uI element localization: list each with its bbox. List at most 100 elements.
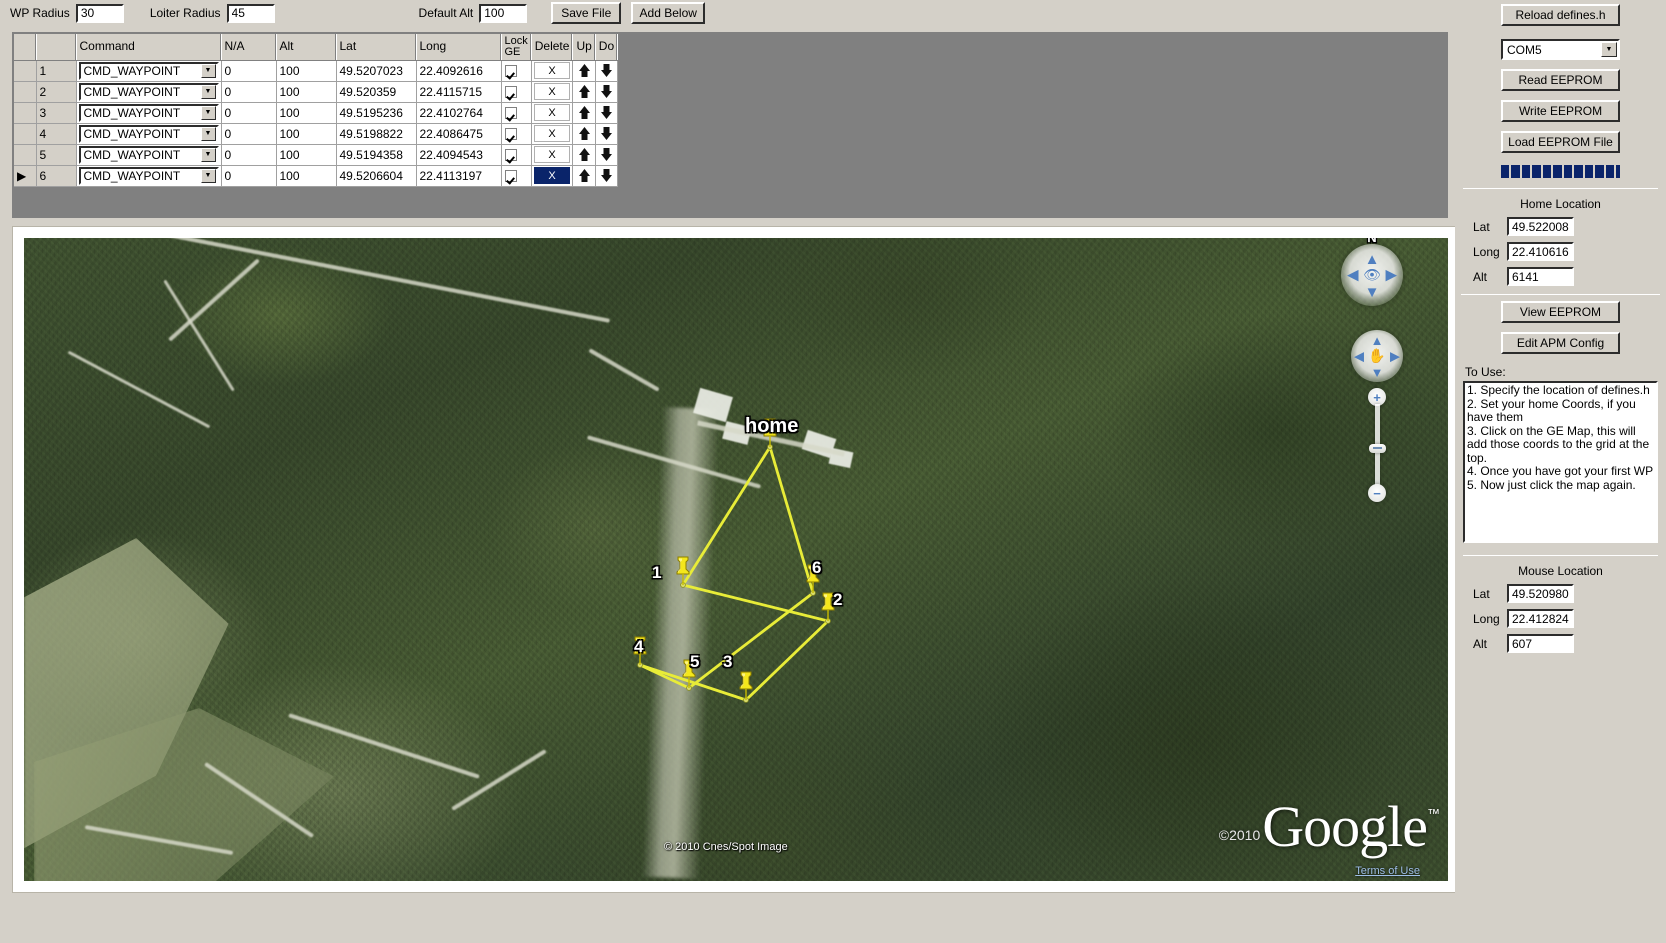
mouse-lat-input[interactable]: [1507, 584, 1574, 603]
table-row[interactable]: 1 CMD_WAYPOINT ▼ 0 100 49.5207023 22.4092616 X: [14, 60, 619, 82]
arrow-down-icon[interactable]: [598, 125, 614, 142]
mouse-long-input[interactable]: [1507, 609, 1574, 628]
command-cell[interactable]: CMD_WAYPOINT ▼: [76, 81, 222, 103]
waypoint-pin-marker[interactable]: [802, 563, 822, 593]
chevron-down-icon[interactable]: ▼: [200, 168, 216, 183]
move-up-cell[interactable]: [572, 81, 596, 103]
arrow-up-icon[interactable]: [576, 104, 592, 121]
lock-ge-cell[interactable]: [501, 123, 532, 145]
delete-cell[interactable]: X: [531, 102, 574, 124]
lock-ge-checkbox[interactable]: [504, 65, 517, 78]
command-cell[interactable]: CMD_WAYPOINT ▼: [76, 102, 222, 124]
arrow-down-icon[interactable]: [598, 167, 614, 184]
row-selector[interactable]: [14, 144, 37, 166]
waypoint-pin-marker[interactable]: [817, 591, 837, 621]
pan-up-icon[interactable]: ▲: [1365, 252, 1380, 267]
chevron-down-icon[interactable]: ▼: [1601, 42, 1617, 57]
wp-radius-input[interactable]: [75, 3, 124, 23]
delete-cell[interactable]: X: [531, 60, 574, 82]
chevron-down-icon[interactable]: ▼: [200, 63, 216, 78]
na-cell[interactable]: 0: [221, 123, 277, 145]
save-file-button[interactable]: Save File: [551, 2, 622, 24]
command-dropdown[interactable]: CMD_WAYPOINT ▼: [78, 124, 219, 143]
alt-cell[interactable]: 100: [276, 81, 337, 103]
hand-drag-icon[interactable]: ✋: [1368, 348, 1385, 365]
table-row[interactable]: 5 CMD_WAYPOINT ▼ 0 100 49.5194358 22.4094543 X: [14, 144, 619, 166]
add-below-button[interactable]: Add Below: [631, 2, 706, 24]
alt-cell[interactable]: 100: [276, 165, 337, 187]
na-cell[interactable]: 0: [221, 102, 277, 124]
arrow-up-icon[interactable]: [576, 167, 592, 184]
na-cell[interactable]: 0: [221, 165, 277, 187]
map-zoom-slider[interactable]: + −: [1368, 388, 1386, 502]
map-pan-control[interactable]: N ▲ ▼ ◀ ▶ 👁: [1341, 238, 1403, 306]
lock-ge-checkbox[interactable]: [504, 170, 517, 183]
row-selector[interactable]: [14, 102, 37, 124]
view-eeprom-button[interactable]: View EEPROM: [1501, 301, 1620, 323]
arrow-up-icon[interactable]: [576, 83, 592, 100]
alt-cell[interactable]: 100: [276, 144, 337, 166]
command-cell[interactable]: CMD_WAYPOINT ▼: [76, 123, 222, 145]
move-up-cell[interactable]: [572, 60, 596, 82]
long-cell[interactable]: 22.4115715: [416, 81, 502, 103]
grid-header-lock-ge[interactable]: Lock GE: [501, 34, 532, 61]
delete-cell[interactable]: X: [531, 144, 574, 166]
lat-cell[interactable]: 49.5194358: [336, 144, 417, 166]
na-cell[interactable]: 0: [221, 60, 277, 82]
waypoint-pin-marker[interactable]: [735, 670, 755, 700]
command-dropdown[interactable]: CMD_WAYPOINT ▼: [78, 166, 219, 185]
google-earth-map[interactable]: home 1 2 3 4 5 6 © 2010 Cnes/Spot Image ©2010 …: [24, 238, 1448, 881]
command-dropdown[interactable]: CMD_WAYPOINT ▼: [78, 145, 219, 164]
table-row[interactable]: 4 CMD_WAYPOINT ▼ 0 100 49.5198822 22.4086475 X: [14, 123, 619, 145]
delete-cell[interactable]: X: [531, 165, 574, 187]
lock-ge-cell[interactable]: [501, 102, 532, 124]
grid-header-command[interactable]: Command: [76, 34, 222, 61]
command-cell[interactable]: CMD_WAYPOINT ▼: [76, 165, 222, 187]
look-around-eye-icon[interactable]: 👁: [1363, 267, 1381, 284]
move-down-cell[interactable]: [595, 81, 619, 103]
waypoint-pin-marker[interactable]: [629, 635, 649, 665]
long-cell[interactable]: 22.4086475: [416, 123, 502, 145]
row-selector[interactable]: [14, 60, 37, 82]
chevron-down-icon[interactable]: ▼: [200, 105, 216, 120]
grid-header-delete[interactable]: Delete: [531, 34, 574, 61]
delete-cell[interactable]: X: [531, 123, 574, 145]
move-down-cell[interactable]: [595, 144, 619, 166]
edit-apm-config-button[interactable]: Edit APM Config: [1501, 332, 1620, 354]
default-alt-input[interactable]: [479, 3, 528, 23]
na-cell[interactable]: 0: [221, 81, 277, 103]
arrow-up-icon[interactable]: [576, 125, 592, 142]
lock-ge-checkbox[interactable]: [504, 86, 517, 99]
load-eeprom-file-button[interactable]: Load EEPROM File: [1501, 131, 1620, 153]
long-cell[interactable]: 22.4094543: [416, 144, 502, 166]
reload-defines-button[interactable]: Reload defines.h: [1501, 4, 1620, 26]
command-dropdown[interactable]: CMD_WAYPOINT ▼: [78, 82, 219, 101]
home-lat-input[interactable]: [1507, 217, 1574, 236]
delete-button[interactable]: X: [533, 104, 571, 121]
alt-cell[interactable]: 100: [276, 102, 337, 124]
pan-right-icon[interactable]: ▶: [1390, 350, 1400, 363]
command-cell[interactable]: CMD_WAYPOINT ▼: [76, 144, 222, 166]
long-cell[interactable]: 22.4092616: [416, 60, 502, 82]
lat-cell[interactable]: 49.5206604: [336, 165, 417, 187]
home-pin-marker[interactable]: [759, 417, 779, 447]
arrow-down-icon[interactable]: [598, 83, 614, 100]
lock-ge-cell[interactable]: [501, 81, 532, 103]
row-selector[interactable]: [14, 123, 37, 145]
com-port-dropdown[interactable]: COM5 ▼: [1501, 39, 1620, 60]
lock-ge-cell[interactable]: [501, 60, 532, 82]
lat-cell[interactable]: 49.520359: [336, 81, 417, 103]
write-eeprom-button[interactable]: Write EEPROM: [1501, 100, 1620, 122]
move-up-cell[interactable]: [572, 102, 596, 124]
delete-button[interactable]: X: [533, 125, 571, 142]
long-cell[interactable]: 22.4102764: [416, 102, 502, 124]
chevron-down-icon[interactable]: ▼: [200, 126, 216, 141]
move-up-cell[interactable]: [572, 165, 596, 187]
delete-button[interactable]: X: [533, 167, 571, 184]
grid-header-long[interactable]: Long: [416, 34, 502, 61]
waypoint-grid[interactable]: Command N/A Alt Lat Long Lock GE Delete …: [12, 32, 1448, 218]
mouse-alt-input[interactable]: [1507, 634, 1574, 653]
zoom-out-button[interactable]: −: [1368, 484, 1386, 502]
lat-cell[interactable]: 49.5198822: [336, 123, 417, 145]
map-drag-control[interactable]: ▲ ▼ ◀ ▶ ✋: [1351, 330, 1403, 382]
